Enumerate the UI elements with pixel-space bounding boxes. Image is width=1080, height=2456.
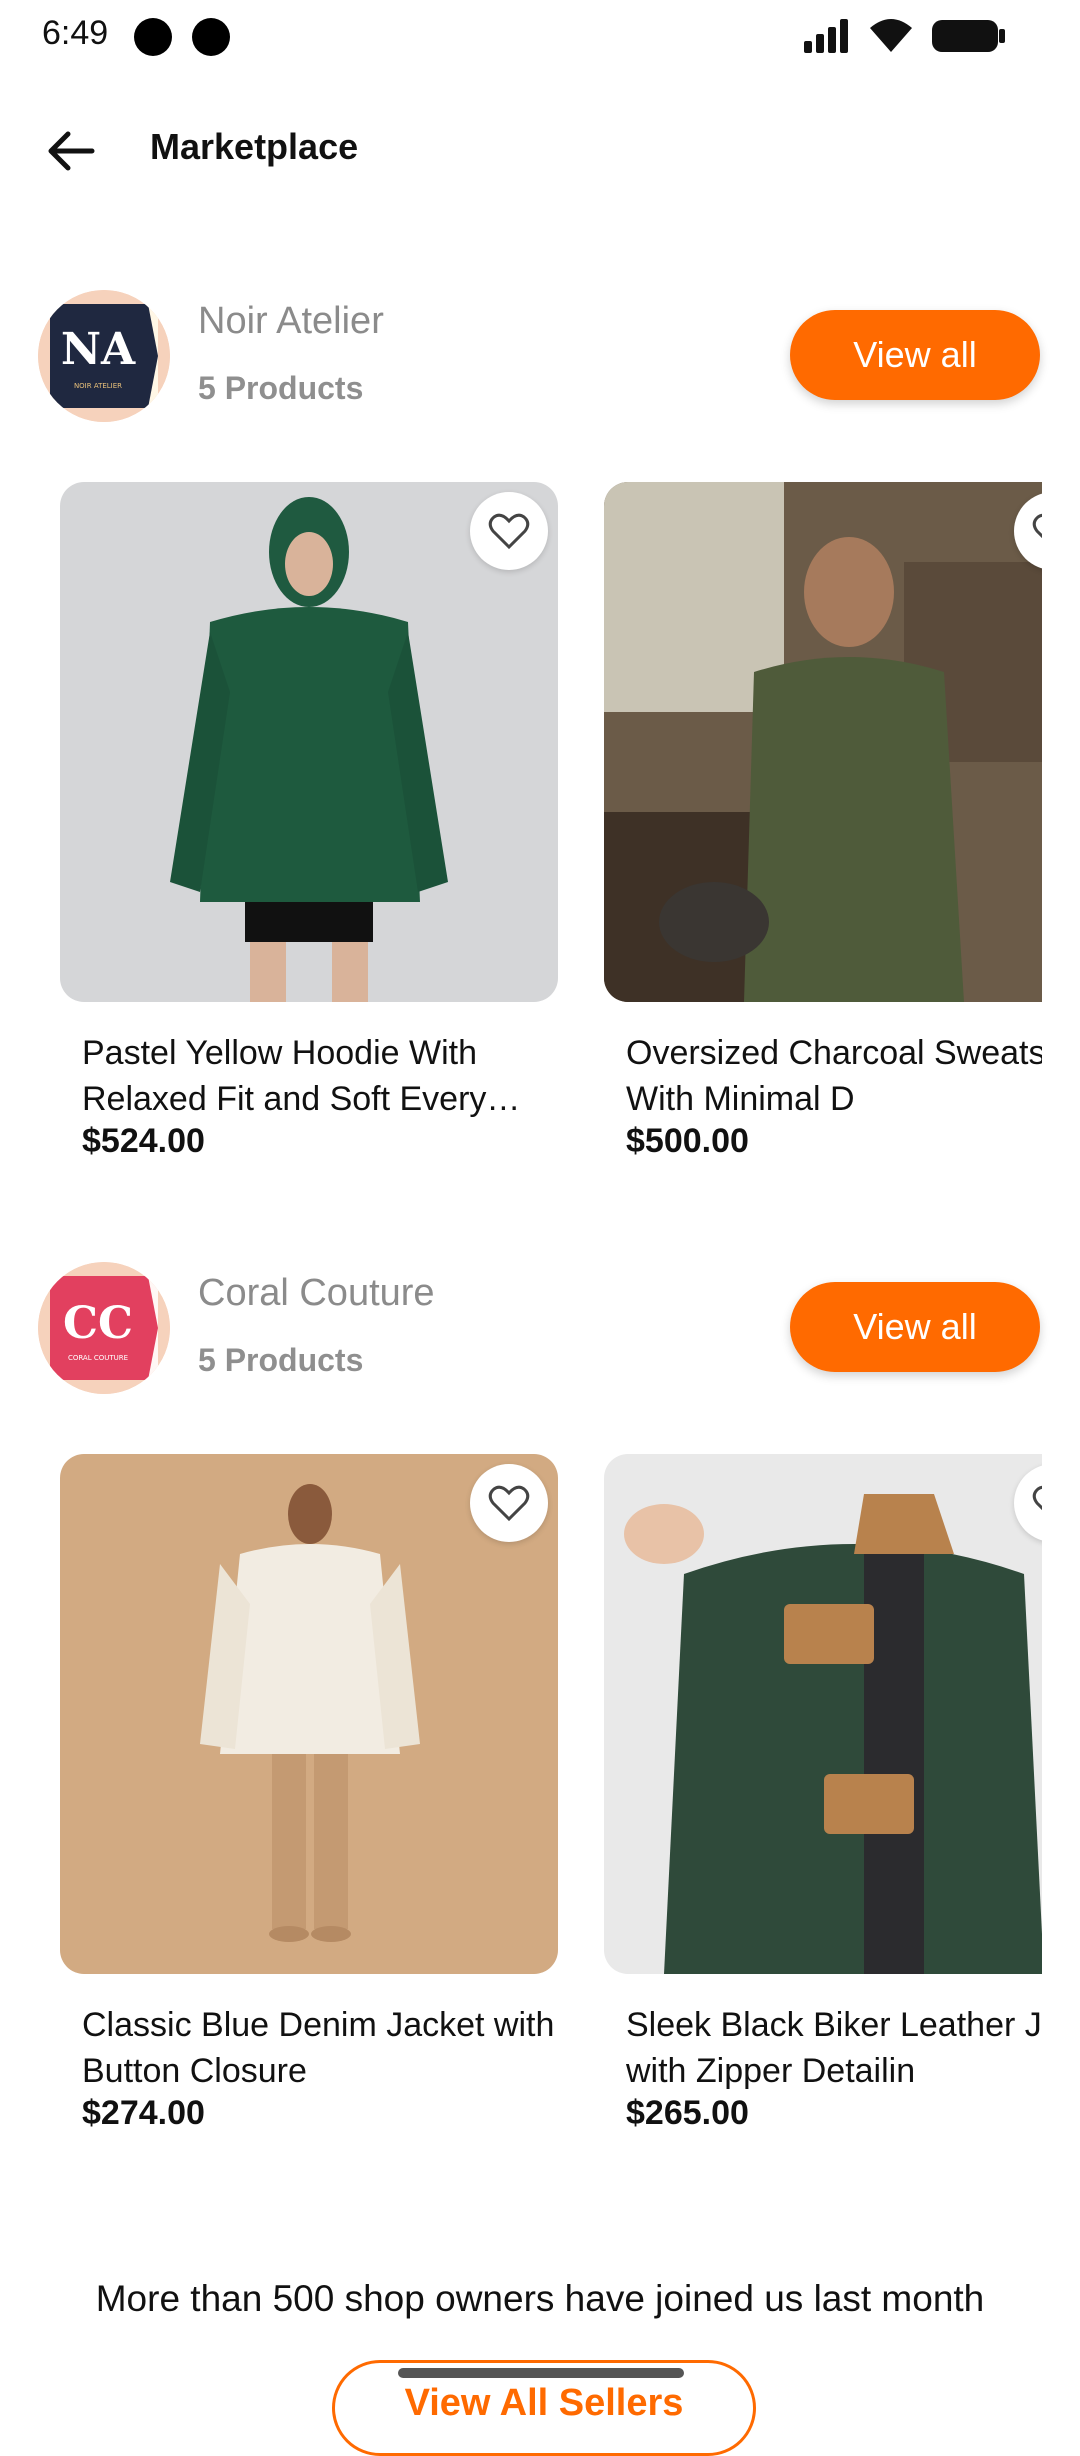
product-price: $524.00 xyxy=(82,1122,205,1160)
status-time: 6:49 xyxy=(42,14,109,52)
product-name: Sleek Black Biker Leather Jacket with Zi… xyxy=(626,2006,1042,2090)
product-carousel[interactable]: Pastel Yellow Hoodie With Relaxed Fit an… xyxy=(0,482,1042,1182)
status-icons xyxy=(804,18,1006,54)
product-carousel[interactable]: Classic Blue Denim Jacket with Button Cl… xyxy=(0,1454,1042,2154)
heart-icon xyxy=(488,513,530,550)
shop-avatar[interactable]: NA NOIR ATELIER xyxy=(38,290,170,422)
shop-product-count: 5 Products xyxy=(198,1342,364,1378)
product-price: $500.00 xyxy=(626,1122,749,1160)
notification-dot-icon xyxy=(134,18,172,56)
promo-text: More than 500 shop owners have joined us… xyxy=(95,2278,985,2319)
wifi-icon xyxy=(870,19,912,52)
heart-icon xyxy=(488,1485,530,1522)
shop-name[interactable]: Noir Atelier xyxy=(198,300,384,343)
svg-text:NOIR ATELIER: NOIR ATELIER xyxy=(74,382,122,390)
back-arrow-icon[interactable] xyxy=(44,124,98,178)
product-price: $265.00 xyxy=(626,2094,749,2132)
favorite-button[interactable] xyxy=(470,1464,548,1542)
svg-text:CC: CC xyxy=(63,1298,133,1349)
signal-icon xyxy=(804,19,848,53)
shop-logo-icon: CC CORAL COUTURE xyxy=(38,1262,170,1394)
view-all-button[interactable]: View all xyxy=(790,1282,1040,1372)
product-name: Pastel Yellow Hoodie With Relaxed Fit an… xyxy=(82,1034,521,1118)
shop-logo-icon: NA NOIR ATELIER xyxy=(38,290,170,422)
product-image[interactable] xyxy=(604,482,1042,1002)
view-all-button[interactable]: View all xyxy=(790,310,1040,400)
product-name: Classic Blue Denim Jacket with Button Cl… xyxy=(82,2006,555,2090)
product-image[interactable] xyxy=(604,1454,1042,1974)
product-price: $274.00 xyxy=(82,2094,205,2132)
shop-product-count: 5 Products xyxy=(198,370,364,406)
favorite-button[interactable] xyxy=(470,492,548,570)
page-title: Marketplace xyxy=(150,126,359,167)
shop-avatar[interactable]: CC CORAL COUTURE xyxy=(38,1262,170,1394)
heart-icon xyxy=(1032,513,1042,539)
app-bar: Marketplace xyxy=(0,110,1080,190)
status-bar: 6:49 xyxy=(0,0,1080,72)
shop-name[interactable]: Coral Couture xyxy=(198,1272,435,1315)
svg-text:CORAL COUTURE: CORAL COUTURE xyxy=(68,1354,128,1362)
heart-icon xyxy=(1032,1485,1042,1511)
product-name: Oversized Charcoal Sweatshirt With Minim… xyxy=(626,1034,1042,1118)
notification-dot-icon xyxy=(192,18,230,56)
battery-icon xyxy=(932,20,1005,52)
svg-text:NA: NA xyxy=(61,324,136,375)
home-indicator[interactable] xyxy=(398,2368,684,2378)
